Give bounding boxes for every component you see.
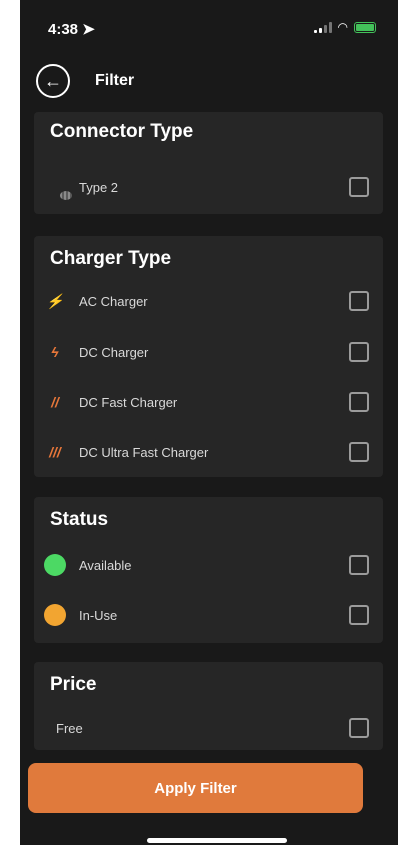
signal-icon — [313, 21, 332, 33]
bolt-icon: ϟ — [51, 344, 59, 360]
status-time: 4:38 ➤ — [48, 21, 95, 38]
back-button[interactable]: ← — [36, 64, 70, 98]
double-bolt-icon: // — [51, 394, 59, 410]
status-bar: 4:38 ➤ ◠ — [20, 0, 398, 56]
connector-type-title: Connector Type — [50, 121, 194, 142]
battery-icon — [354, 21, 376, 33]
filter-label: Type 2 — [79, 179, 119, 195]
filter-row-available[interactable]: Available — [34, 545, 383, 585]
filter-label: AC Charger — [79, 293, 148, 309]
filter-row-ac-charger[interactable]: ⚡ AC Charger — [34, 281, 383, 321]
arrow-left-icon: ← — [44, 70, 62, 91]
price-section: Price Free — [34, 662, 383, 750]
filter-label: In-Use — [79, 607, 118, 623]
type-2-checkbox[interactable] — [349, 177, 369, 197]
filter-row-in-use[interactable]: In-Use — [34, 595, 383, 635]
home-indicator — [147, 838, 287, 843]
filter-label: DC Charger — [79, 344, 149, 360]
apply-filter-button[interactable]: Apply Filter — [28, 763, 363, 813]
phone-screen: 4:38 ➤ ◠ ← Filter Connector Type Type 2 … — [20, 0, 398, 845]
filter-label: Free — [56, 720, 83, 736]
in-use-checkbox[interactable] — [349, 605, 369, 625]
filter-row-type-2[interactable]: Type 2 — [34, 167, 383, 207]
filter-label: DC Ultra Fast Charger — [79, 444, 209, 460]
filter-label: Available — [79, 557, 132, 573]
page-title: Filter — [95, 72, 135, 89]
dc-fast-charger-checkbox[interactable] — [349, 392, 369, 412]
filter-row-dc-charger[interactable]: ϟ DC Charger — [34, 332, 383, 372]
dc-ultra-fast-charger-checkbox[interactable] — [349, 442, 369, 462]
in-use-dot-icon — [44, 604, 66, 626]
free-checkbox[interactable] — [349, 718, 369, 738]
status-section: Status Available In-Use — [34, 497, 383, 643]
bolt-icon: ⚡ — [46, 292, 64, 309]
filter-label: DC Fast Charger — [79, 394, 178, 410]
filter-row-dc-fast-charger[interactable]: // DC Fast Charger — [34, 382, 383, 422]
charger-type-section: Charger Type ⚡ AC Charger ϟ DC Charger /… — [34, 236, 383, 477]
dc-charger-checkbox[interactable] — [349, 342, 369, 362]
available-dot-icon — [44, 554, 66, 576]
wifi-icon: ◠ — [337, 20, 348, 34]
connector-type-section: Connector Type Type 2 — [34, 112, 383, 214]
status-icons: ◠ — [313, 20, 376, 34]
triple-bolt-icon: /// — [49, 444, 61, 460]
available-checkbox[interactable] — [349, 555, 369, 575]
ac-charger-checkbox[interactable] — [349, 291, 369, 311]
filter-row-dc-ultra-fast-charger[interactable]: /// DC Ultra Fast Charger — [34, 432, 383, 472]
price-title: Price — [50, 674, 97, 695]
charger-type-title: Charger Type — [50, 248, 172, 269]
header: ← Filter — [36, 62, 134, 100]
filter-row-free[interactable]: Free — [34, 708, 383, 748]
status-title: Status — [50, 509, 109, 530]
